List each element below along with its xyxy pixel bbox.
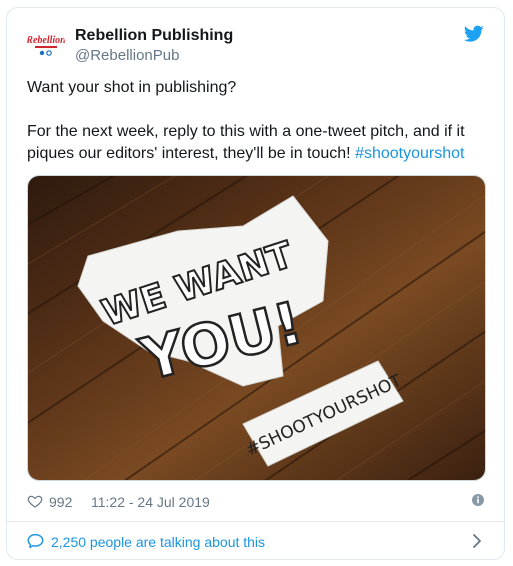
author-handle[interactable]: @RebellionPub xyxy=(75,46,179,66)
speech-bubble-icon xyxy=(27,533,44,549)
tweet-header: Rebellion Rebellion Publishing @Rebellio… xyxy=(27,23,484,67)
author-avatar[interactable]: Rebellion xyxy=(27,25,65,63)
divider xyxy=(7,521,504,522)
tweet-text-line1: Want your shot in publishing? xyxy=(27,79,237,96)
tweet-text: Want your shot in publishing? For the ne… xyxy=(27,77,487,165)
conversation-count-label[interactable]: 2,250 people are talking about this xyxy=(51,533,265,551)
chevron-right-icon[interactable] xyxy=(472,533,482,549)
author-name[interactable]: Rebellion Publishing xyxy=(75,26,233,46)
heart-icon[interactable] xyxy=(27,493,43,509)
like-count[interactable]: 992 xyxy=(49,493,72,511)
tweet-text-paragraph: For the next week, reply to this with a … xyxy=(27,121,487,165)
tweet-meta: 992 11:22 - 24 Jul 2019 xyxy=(27,491,484,513)
tweet-image[interactable]: WE WANT YOU! #SHOOTYOURSHOT xyxy=(27,175,486,481)
twitter-bird-icon[interactable] xyxy=(464,25,484,43)
tweet-card[interactable]: Rebellion Rebellion Publishing @Rebellio… xyxy=(6,7,505,560)
hashtag-link[interactable]: #shootyourshot xyxy=(355,145,464,162)
avatar-logo-text: Rebellion xyxy=(27,35,65,46)
conversation-link[interactable]: 2,250 people are talking about this xyxy=(27,530,484,554)
info-icon[interactable] xyxy=(472,494,484,506)
tweet-timestamp[interactable]: 11:22 - 24 Jul 2019 xyxy=(91,493,210,511)
